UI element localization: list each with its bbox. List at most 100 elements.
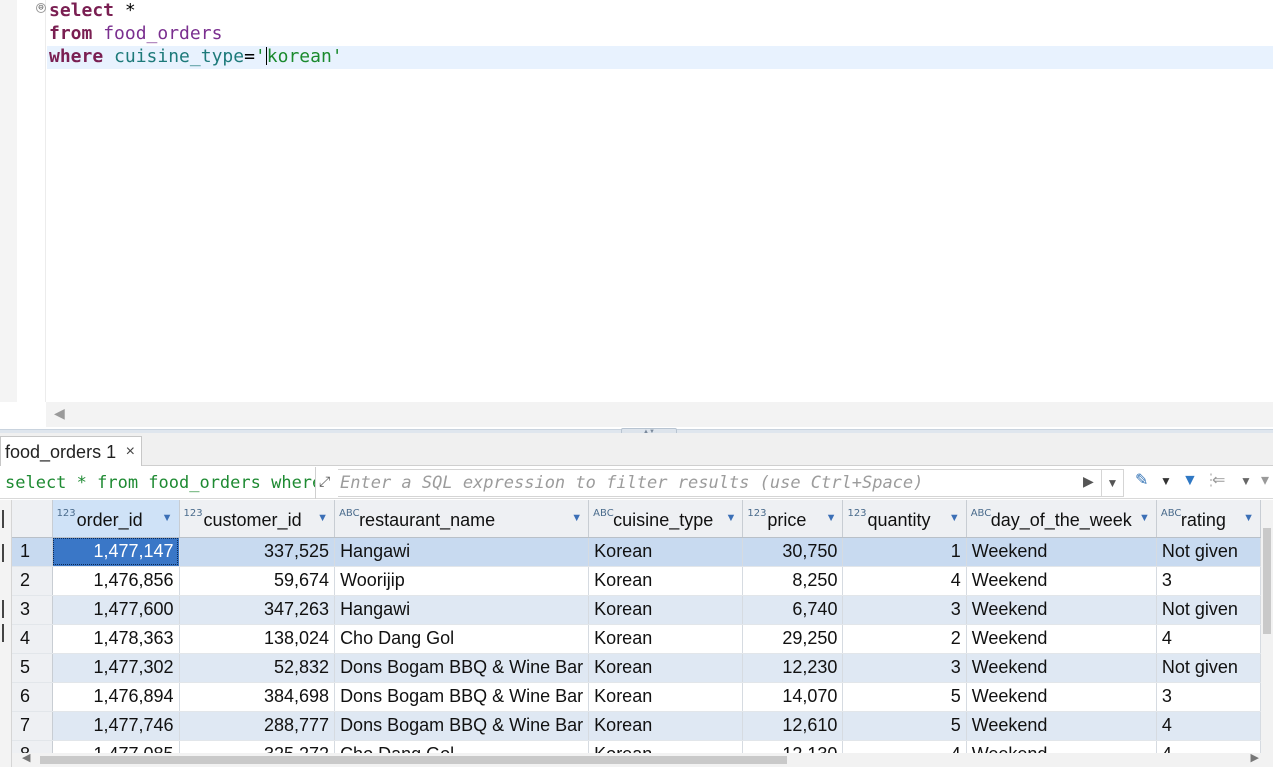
cell-cuisine-type[interactable]: Korean xyxy=(588,740,744,753)
cell-price[interactable]: 12,610 xyxy=(742,711,844,741)
erase-dropdown-icon[interactable]: ▼ xyxy=(1160,471,1172,491)
cell-quantity[interactable]: 1 xyxy=(842,537,967,567)
column-header-cuisine-type[interactable]: ABC cuisine_type ▼ xyxy=(588,500,744,538)
column-header-quantity[interactable]: 123 quantity ▼ xyxy=(842,500,967,538)
row-number[interactable]: 5 xyxy=(12,653,53,683)
table-row[interactable]: 1 1,477,147 337,525 Hangawi Korean 30,750 1 Wee… xyxy=(12,537,1261,567)
cell-restaurant-name[interactable]: Hangawi xyxy=(334,595,590,625)
row-number[interactable]: 8 xyxy=(12,740,53,753)
sort-dropdown-icon[interactable]: ▼ xyxy=(1243,512,1254,524)
cell-order-id[interactable]: 1,477,600 xyxy=(52,595,180,625)
fold-toggle-icon[interactable]: ⊖ xyxy=(36,3,46,13)
cell-cuisine-type[interactable]: Korean xyxy=(588,624,744,654)
cell-rating[interactable]: 4 xyxy=(1156,711,1261,741)
row-number[interactable]: 2 xyxy=(12,566,53,596)
sort-dropdown-icon[interactable]: ▼ xyxy=(826,512,837,524)
column-header-order-id[interactable]: 123 order_id ▼ xyxy=(52,500,180,538)
cell-rating[interactable]: 3 xyxy=(1156,682,1261,712)
row-number[interactable]: 7 xyxy=(12,711,53,741)
cell-restaurant-name[interactable]: Cho Dang Gol xyxy=(334,624,590,654)
cell-cuisine-type[interactable]: Korean xyxy=(588,566,744,596)
cell-price[interactable]: 29,250 xyxy=(742,624,844,654)
cell-quantity[interactable]: 5 xyxy=(842,682,967,712)
cell-day-of-the-week[interactable]: Weekend xyxy=(966,711,1157,741)
code-line-1[interactable]: select * xyxy=(47,0,1273,23)
sort-dropdown-icon[interactable]: ▼ xyxy=(949,512,960,524)
cell-cuisine-type[interactable]: Korean xyxy=(588,537,744,567)
sort-dropdown-icon[interactable]: ▼ xyxy=(162,512,173,524)
cell-rating[interactable]: Not given xyxy=(1156,537,1261,567)
cell-restaurant-name[interactable]: Woorijip xyxy=(334,566,590,596)
column-header-price[interactable]: 123 price ▼ xyxy=(742,500,844,538)
cell-restaurant-name[interactable]: Dons Bogam BBQ & Wine Bar xyxy=(334,711,590,741)
cell-cuisine-type[interactable]: Korean xyxy=(588,711,744,741)
cell-rating[interactable]: Not given xyxy=(1156,653,1261,683)
cell-customer-id[interactable]: 347,263 xyxy=(179,595,336,625)
cell-customer-id[interactable]: 337,525 xyxy=(179,537,336,567)
sort-dropdown-icon[interactable]: ▼ xyxy=(725,512,736,524)
cell-rating[interactable]: Not given xyxy=(1156,595,1261,625)
cell-price[interactable]: 8,250 xyxy=(742,566,844,596)
cell-day-of-the-week[interactable]: Weekend xyxy=(966,537,1157,567)
column-header-customer-id[interactable]: 123 customer_id ▼ xyxy=(179,500,336,538)
cell-restaurant-name[interactable]: Dons Bogam BBQ & Wine Bar xyxy=(334,653,590,683)
cell-rating[interactable]: 4 xyxy=(1156,624,1261,654)
results-grid[interactable]: 123 order_id ▼ 123 customer_id ▼ ABC restaura… xyxy=(12,500,1261,753)
code-line-2[interactable]: from food_orders xyxy=(47,23,1273,46)
cell-customer-id[interactable]: 384,698 xyxy=(179,682,336,712)
sort-dropdown-icon[interactable]: ▼ xyxy=(1139,512,1150,524)
cell-cuisine-type[interactable]: Korean xyxy=(588,653,744,683)
back-dropdown-icon[interactable]: ▼ xyxy=(1240,471,1252,491)
row-number[interactable]: 1 xyxy=(12,537,53,567)
cell-order-id[interactable]: 1,477,147 xyxy=(52,537,180,567)
cell-cuisine-type[interactable]: Korean xyxy=(588,682,744,712)
cell-restaurant-name[interactable]: Hangawi xyxy=(334,537,590,567)
column-header-rating[interactable]: ABC rating ▼ xyxy=(1156,500,1261,538)
sql-editor[interactable]: ⊖ select * from food_orders where cuisin… xyxy=(0,0,1273,430)
back-arrow-icon[interactable]: ⇐ xyxy=(1212,471,1225,491)
cell-quantity[interactable]: 2 xyxy=(842,624,967,654)
table-row[interactable]: 4 1,478,363 138,024 Cho Dang Gol Korean 29,25… xyxy=(12,624,1261,654)
cell-order-id[interactable]: 1,476,856 xyxy=(52,566,180,596)
column-header-day-of-the-week[interactable]: ABC day_of_the_week ▼ xyxy=(966,500,1157,538)
cell-order-id[interactable]: 1,478,363 xyxy=(52,624,180,654)
expand-icon[interactable]: ⤢ xyxy=(319,473,330,490)
sort-dropdown-icon[interactable]: ▼ xyxy=(317,512,328,524)
grid-vertical-scrollbar[interactable] xyxy=(1261,500,1273,753)
cell-customer-id[interactable]: 325,272 xyxy=(179,740,336,753)
filter-input[interactable] xyxy=(340,470,1080,496)
cell-cuisine-type[interactable]: Korean xyxy=(588,595,744,625)
cell-day-of-the-week[interactable]: Weekend xyxy=(966,566,1157,596)
table-row[interactable]: 2 1,476,856 59,674 Woorijip Korean 8,250 4 Week… xyxy=(12,566,1261,596)
apply-filter-icon[interactable]: ▶ xyxy=(1083,473,1094,490)
row-number[interactable]: 4 xyxy=(12,624,53,654)
editor-horizontal-scrollbar[interactable]: ◀ xyxy=(46,402,1273,427)
column-header-restaurant-name[interactable]: ABC restaurant_name ▼ xyxy=(334,500,590,538)
close-tab-icon[interactable]: × xyxy=(126,437,135,467)
cell-order-id[interactable]: 1,477,085 xyxy=(52,740,180,753)
vertical-scroll-thumb[interactable] xyxy=(1263,528,1271,634)
cell-day-of-the-week[interactable]: Weekend xyxy=(966,653,1157,683)
sort-dropdown-icon[interactable]: ▼ xyxy=(571,512,582,524)
horizontal-scroll-thumb[interactable] xyxy=(40,756,787,764)
cell-quantity[interactable]: 4 xyxy=(842,740,967,753)
code-line-3[interactable]: where cuisine_type='korean' xyxy=(47,46,1273,69)
cell-customer-id[interactable]: 138,024 xyxy=(179,624,336,654)
table-row[interactable]: 3 1,477,600 347,263 Hangawi Korean 6,740 3 Week… xyxy=(12,595,1261,625)
cell-customer-id[interactable]: 52,832 xyxy=(179,653,336,683)
cell-price[interactable]: 14,070 xyxy=(742,682,844,712)
cell-price[interactable]: 12,230 xyxy=(742,653,844,683)
cell-quantity[interactable]: 4 xyxy=(842,566,967,596)
cell-order-id[interactable]: 1,477,746 xyxy=(52,711,180,741)
table-row[interactable]: 5 1,477,302 52,832 Dons Bogam BBQ & Wine Ba… xyxy=(12,653,1261,683)
cell-day-of-the-week[interactable]: Weekend xyxy=(966,595,1157,625)
table-row[interactable]: 7 1,477,746 288,777 Dons Bogam BBQ & Wine B… xyxy=(12,711,1261,741)
funnel-icon[interactable]: ▼ xyxy=(1182,471,1198,491)
cell-customer-id[interactable]: 59,674 xyxy=(179,566,336,596)
erase-filter-icon[interactable]: ✎ xyxy=(1135,471,1148,491)
cell-order-id[interactable]: 1,476,894 xyxy=(52,682,180,712)
cell-quantity[interactable]: 3 xyxy=(842,653,967,683)
sql-code[interactable]: select * from food_orders where cuisine_… xyxy=(47,0,1273,69)
cell-day-of-the-week[interactable]: Weekend xyxy=(966,624,1157,654)
cell-restaurant-name[interactable]: Dons Bogam BBQ & Wine Bar xyxy=(334,682,590,712)
